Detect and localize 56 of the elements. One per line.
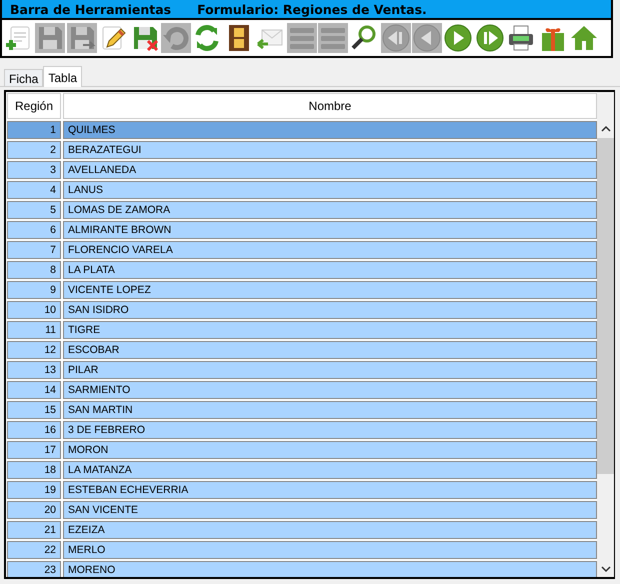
table-cell: EZEIZA <box>63 521 597 539</box>
table-cell: 1 <box>7 121 61 139</box>
table-cell: 18 <box>7 461 61 479</box>
table-cell: ESCOBAR <box>63 341 597 359</box>
table-cell: LA PLATA <box>63 261 597 279</box>
scroll-up-icon[interactable] <box>600 125 610 133</box>
table-cell: 16 <box>7 421 61 439</box>
table-cell: 20 <box>7 501 61 519</box>
table-cell: 5 <box>7 201 61 219</box>
table-cell: BERAZATEGUI <box>63 141 597 159</box>
scroll-down-icon[interactable] <box>600 565 610 573</box>
table-cell: 9 <box>7 281 61 299</box>
table-cell: 19 <box>7 481 61 499</box>
table-cell: 4 <box>7 181 61 199</box>
table-cell: MERLO <box>63 541 597 559</box>
table-cell: 11 <box>7 321 61 339</box>
table-cell: 17 <box>7 441 61 459</box>
play-icon[interactable] <box>443 23 474 53</box>
table-cell: TIGRE <box>63 321 597 339</box>
table-cell: 23 <box>7 561 61 577</box>
table-cell: SAN MARTIN <box>63 401 597 419</box>
table-cell: 12 <box>7 341 61 359</box>
tab[interactable]: Tabla <box>43 66 82 87</box>
table-cell: 7 <box>7 241 61 259</box>
table-cell: FLORENCIO VARELA <box>63 241 597 259</box>
table-cell: 6 <box>7 221 61 239</box>
tab[interactable]: Ficha <box>4 69 44 86</box>
table-cell: 3 <box>7 161 61 179</box>
table-cell: SAN VICENTE <box>63 501 597 519</box>
table-cell: 21 <box>7 521 61 539</box>
table-cell: 13 <box>7 361 61 379</box>
table-cell: ESTEBAN ECHEVERRIA <box>63 481 597 499</box>
table-cell: LA MATANZA <box>63 461 597 479</box>
table-cell: VICENTE LOPEZ <box>63 281 597 299</box>
table-cell: 10 <box>7 301 61 319</box>
table-cell: PILAR <box>63 361 597 379</box>
vertical-scrollbar[interactable] <box>597 92 614 577</box>
table-cell: LOMAS DE ZAMORA <box>63 201 597 219</box>
table-cell: QUILMES <box>63 121 597 139</box>
table-cell: ALMIRANTE BROWN <box>63 221 597 239</box>
table-cell: SAN ISIDRO <box>63 301 597 319</box>
column-header[interactable]: Región <box>7 93 61 119</box>
table-cell: 2 <box>7 141 61 159</box>
table-cell: LANUS <box>63 181 597 199</box>
table-cell: MORON <box>63 441 597 459</box>
table-cell: 15 <box>7 401 61 419</box>
table-cell: MORENO <box>63 561 597 577</box>
table-cell: AVELLANEDA <box>63 161 597 179</box>
table-cell: 8 <box>7 261 61 279</box>
table-cell: 14 <box>7 381 61 399</box>
window-title: Barra de Herramientas <box>10 2 172 16</box>
table-cell: 22 <box>7 541 61 559</box>
table-cell: 3 DE FEBRERO <box>63 421 597 439</box>
table-cell: SARMIENTO <box>63 381 597 399</box>
form-title: Formulario: Regiones de Ventas. <box>197 2 427 16</box>
column-header[interactable]: Nombre <box>63 93 597 119</box>
